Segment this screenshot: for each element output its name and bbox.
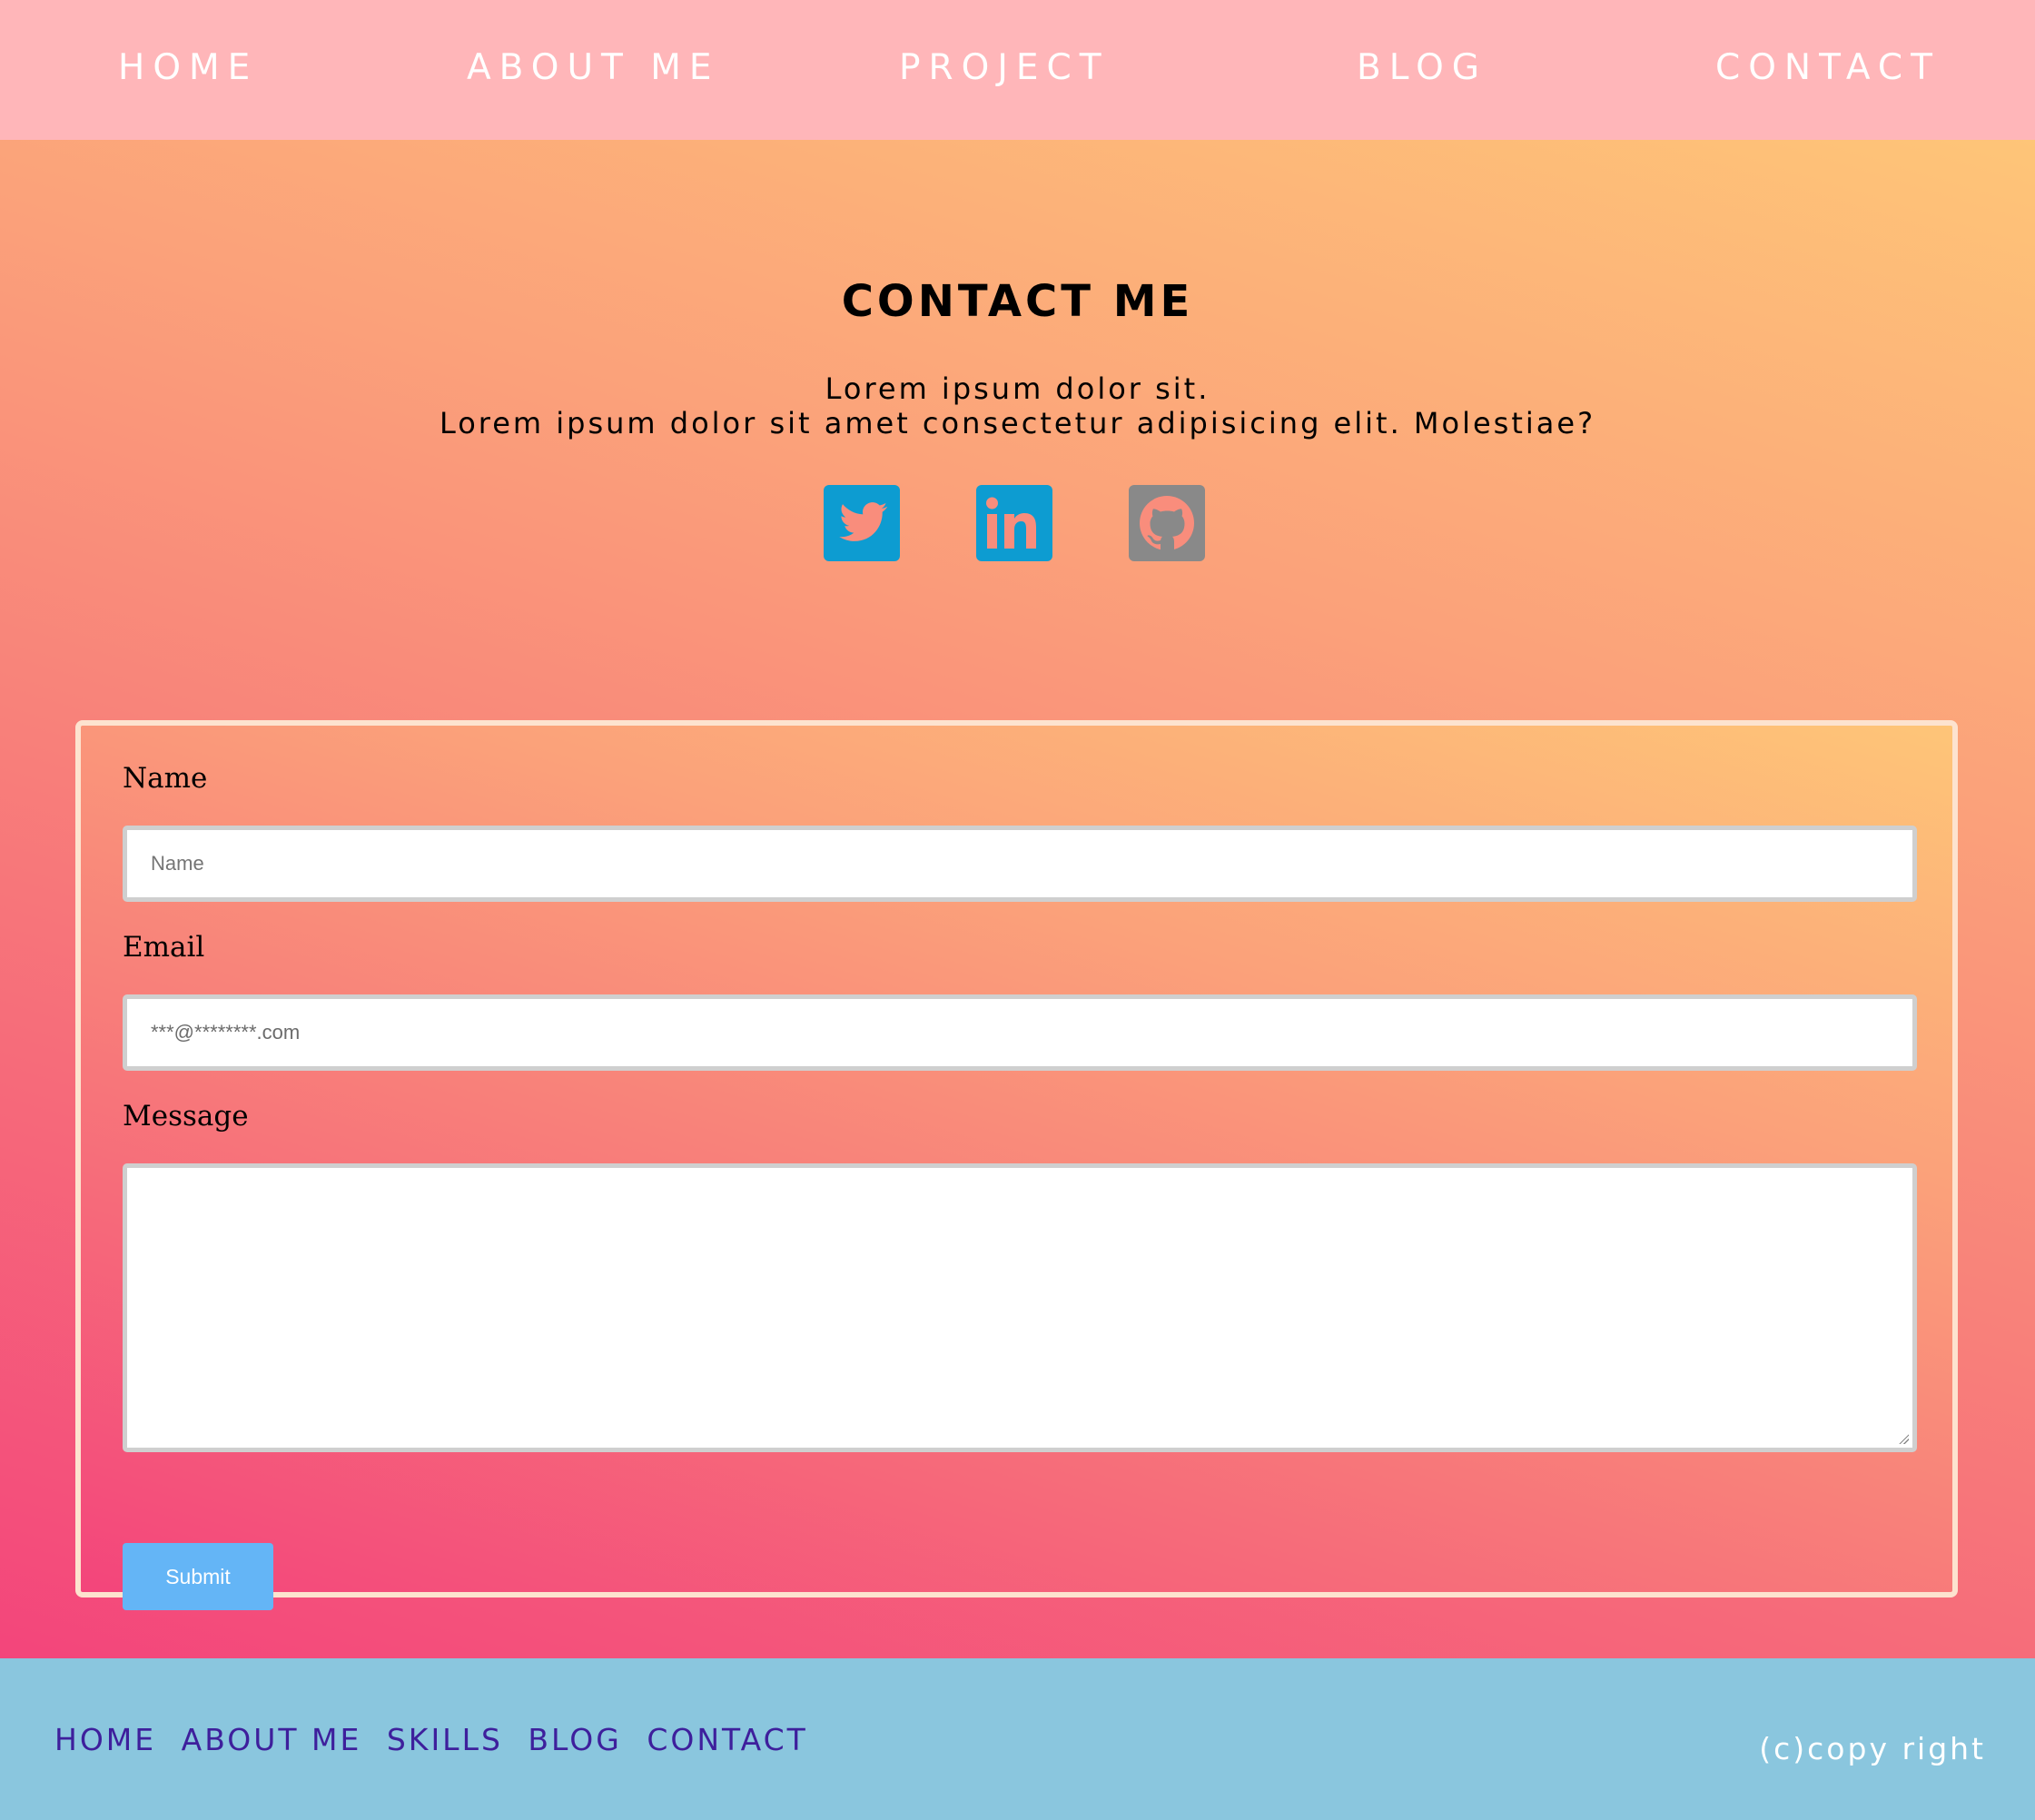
contact-form: Name Email ***@********.com Message Subm… [75, 720, 1958, 1610]
footer-contact-link[interactable]: CONTACT [647, 1722, 808, 1757]
nav-home-link[interactable]: HOME [118, 45, 258, 91]
message-textarea[interactable] [123, 1163, 1917, 1452]
message-label: Message [123, 1100, 249, 1133]
footer-home-link[interactable]: HOME [54, 1722, 156, 1757]
intro-text: Lorem ipsum dolor sit. Lorem ipsum dolor… [0, 371, 2035, 440]
submit-button[interactable]: Submit [123, 1543, 273, 1610]
footer-about-link[interactable]: ABOUT ME [182, 1722, 362, 1757]
nav-contact-link[interactable]: CONTACT [1715, 45, 1941, 91]
linkedin-icon[interactable] [976, 485, 1052, 561]
contact-section: CONTACT ME Lorem ipsum dolor sit. Lorem … [0, 140, 2035, 1658]
nav-project-link[interactable]: PROJECT [899, 45, 1110, 91]
resize-handle-icon[interactable] [1898, 1433, 1909, 1444]
footer: HOME ABOUT ME SKILLS BLOG CONTACT (c)cop… [0, 1658, 2035, 1820]
nav-about-link[interactable]: ABOUT ME [467, 45, 720, 91]
page-title: CONTACT ME [841, 276, 1194, 327]
footer-skills-link[interactable]: SKILLS [387, 1722, 503, 1757]
email-label: Email [123, 931, 205, 964]
top-nav: HOME ABOUT ME PROJECT BLOG CONTACT [0, 0, 2035, 140]
name-input[interactable] [123, 826, 1917, 902]
copyright-text: (c)copy right [1759, 1731, 1986, 1766]
nav-blog-link[interactable]: BLOG [1357, 45, 1487, 91]
name-label: Name [123, 762, 208, 795]
twitter-icon[interactable] [824, 485, 900, 561]
email-input[interactable]: ***@********.com [123, 994, 1917, 1071]
footer-nav: HOME ABOUT ME SKILLS BLOG CONTACT [54, 1722, 821, 1757]
intro-line-1: Lorem ipsum dolor sit. [825, 371, 1210, 406]
github-icon[interactable] [1129, 485, 1205, 561]
footer-blog-link[interactable]: BLOG [528, 1722, 621, 1757]
intro-line-2: Lorem ipsum dolor sit amet consectetur a… [439, 406, 1596, 440]
